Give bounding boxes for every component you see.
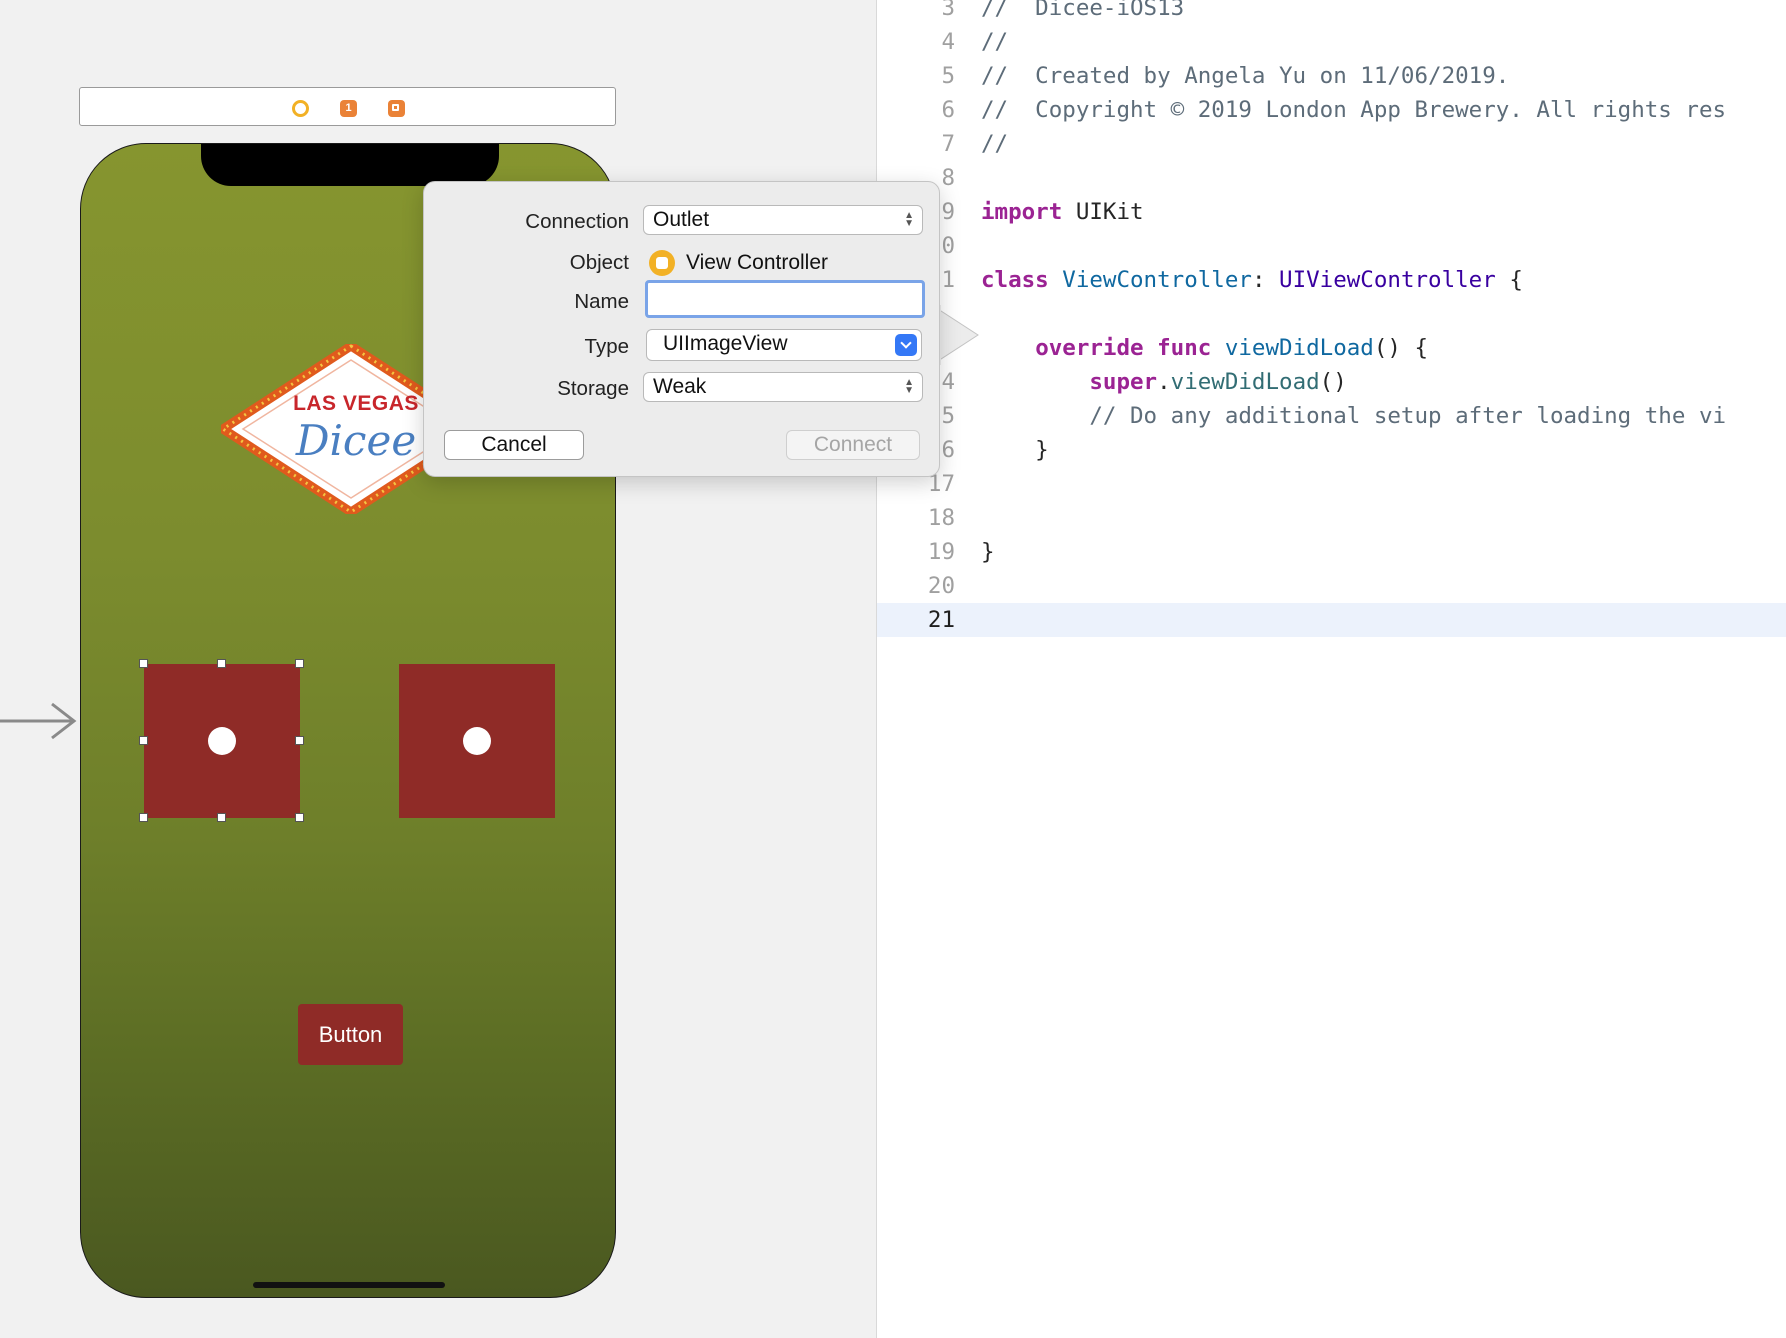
line-source: class ViewController: UIViewController { xyxy=(981,267,1523,293)
storage-select[interactable]: Weak ▲ ▼ xyxy=(643,372,923,402)
line-source: } xyxy=(981,437,1049,463)
first-responder-icon[interactable]: 1 xyxy=(340,100,357,117)
connect-button[interactable]: Connect xyxy=(786,430,920,460)
code-line[interactable]: 0 xyxy=(877,229,1786,263)
resize-handle[interactable] xyxy=(217,659,226,668)
code-line[interactable]: 6 // Copyright © 2019 London App Brewery.… xyxy=(877,93,1786,127)
line-source: // xyxy=(981,29,1009,55)
line-source: import UIKit xyxy=(981,199,1144,225)
home-indicator xyxy=(253,1282,445,1288)
code-editor[interactable]: 3 // Dicee-iOS13 4 // 5 // Created by Angela … xyxy=(876,0,1786,1338)
line-number: 18 xyxy=(927,505,955,531)
view-controller-icon xyxy=(649,250,675,276)
code-line[interactable]: 17 xyxy=(877,467,1786,501)
type-label: Type xyxy=(584,335,629,358)
line-number: 19 xyxy=(927,539,955,565)
connection-value: Outlet xyxy=(653,208,710,231)
scene-dock[interactable]: 1 xyxy=(79,87,616,126)
line-source: // Created by Angela Yu on 11/06/2019. xyxy=(981,63,1510,89)
logo-dicee-text: Dicee xyxy=(295,416,417,465)
connection-select[interactable]: Outlet ▲ ▼ xyxy=(643,205,923,235)
resize-handle[interactable] xyxy=(139,659,148,668)
line-number: 3 xyxy=(941,0,955,21)
resize-handle[interactable] xyxy=(295,736,304,745)
logo-las-vegas-text: LAS VEGAS xyxy=(293,392,419,415)
device-notch xyxy=(201,144,499,186)
line-source: // Copyright © 2019 London App Brewery. … xyxy=(981,97,1727,123)
code-line[interactable]: 18 xyxy=(877,501,1786,535)
object-label: Object xyxy=(569,251,629,274)
code-line[interactable]: 8 xyxy=(877,161,1786,195)
chevron-down-icon[interactable] xyxy=(895,334,917,356)
connection-popover: Connection Outlet ▲ ▼ Object View Control… xyxy=(423,181,940,477)
chevron-updown-icon: ▲ ▼ xyxy=(904,377,914,396)
line-number: 21 xyxy=(927,607,955,633)
line-number: 6 xyxy=(941,97,955,123)
code-line[interactable]: 5 // Created by Angela Yu on 11/06/2019. xyxy=(877,59,1786,93)
code-line[interactable]: 6 } xyxy=(877,433,1786,467)
code-line[interactable]: 1 class ViewController: UIViewController … xyxy=(877,263,1786,297)
die-pip xyxy=(463,727,491,755)
roll-button[interactable]: Button xyxy=(298,1004,403,1065)
code-line[interactable]: 19} xyxy=(877,535,1786,569)
dice-image-view-right[interactable] xyxy=(399,664,555,818)
popover-arrow xyxy=(938,305,979,365)
chevron-updown-icon: ▲ ▼ xyxy=(904,210,914,229)
code-line[interactable]: 3 // Dicee-iOS13 xyxy=(877,0,1786,25)
view-controller-icon[interactable] xyxy=(292,100,309,117)
line-source: // Do any additional setup after loading… xyxy=(981,403,1727,429)
code-line[interactable]: 4 super.viewDidLoad() xyxy=(877,365,1786,399)
name-label: Name xyxy=(574,290,629,313)
line-source: } xyxy=(981,539,995,565)
name-field[interactable] xyxy=(645,280,925,318)
code-line[interactable]: 21 xyxy=(877,603,1786,637)
dice-image-view-left[interactable] xyxy=(139,659,304,822)
initial-view-controller-arrow-icon[interactable] xyxy=(0,700,80,750)
line-number: 20 xyxy=(927,573,955,599)
line-source: // Dicee-iOS13 xyxy=(981,0,1185,21)
resize-handle[interactable] xyxy=(139,813,148,822)
code-line[interactable]: override func viewDidLoad() { xyxy=(877,331,1786,365)
code-line[interactable]: 5 // Do any additional setup after loadi… xyxy=(877,399,1786,433)
exit-icon[interactable] xyxy=(388,100,405,117)
storage-label: Storage xyxy=(557,377,629,400)
resize-handle[interactable] xyxy=(295,659,304,668)
type-combo-box[interactable]: UIImageView xyxy=(646,329,922,361)
type-value: UIImageView xyxy=(663,332,788,355)
storage-value: Weak xyxy=(653,375,707,398)
line-source: // xyxy=(981,131,1009,157)
code-line[interactable]: 7 // xyxy=(877,127,1786,161)
code-line[interactable]: 4 // xyxy=(877,25,1786,59)
resize-handle[interactable] xyxy=(217,813,226,822)
cancel-button[interactable]: Cancel xyxy=(444,430,584,460)
line-number: 7 xyxy=(941,131,955,157)
die-pip xyxy=(208,727,236,755)
connection-label: Connection xyxy=(525,210,629,233)
code-line[interactable]: 9 import UIKit xyxy=(877,195,1786,229)
code-line[interactable]: 20 xyxy=(877,569,1786,603)
resize-handle[interactable] xyxy=(295,813,304,822)
line-number: 5 xyxy=(941,63,955,89)
code-line[interactable] xyxy=(877,297,1786,331)
line-source: super.viewDidLoad() xyxy=(1089,369,1347,395)
line-number: 4 xyxy=(941,29,955,55)
resize-handle[interactable] xyxy=(139,736,148,745)
object-value: View Controller xyxy=(686,251,829,274)
line-source: override func viewDidLoad() { xyxy=(1035,335,1429,361)
